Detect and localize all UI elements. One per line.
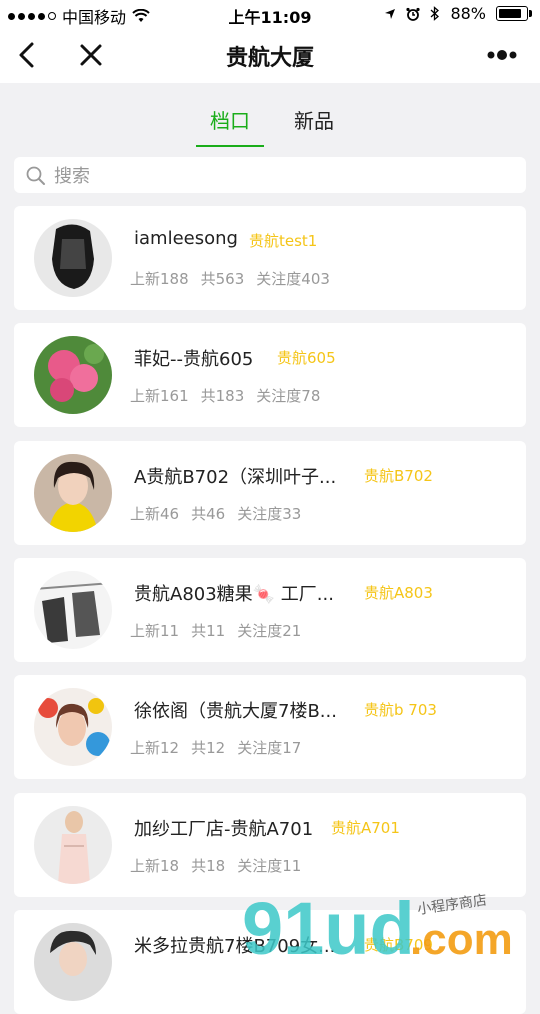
more-options-icon[interactable] bbox=[486, 48, 518, 62]
store-avatar bbox=[34, 219, 112, 297]
store-stats: 上新161 共183 关注度78 bbox=[130, 385, 332, 406]
store-name: 贵航A803糖果🍬 工厂... bbox=[134, 584, 334, 605]
total-count: 共46 bbox=[191, 505, 226, 523]
store-card[interactable]: iamleesong 贵航test1 上新188 共563 关注度403 bbox=[14, 206, 526, 310]
store-card[interactable]: 贵航A803糖果🍬 工厂... 贵航A803 上新11 共11 关注度21 bbox=[14, 558, 526, 662]
store-card[interactable]: A贵航B702（深圳叶子... 贵航B702 上新46 共46 关注度33 bbox=[14, 441, 526, 545]
store-tag: 贵航A803 bbox=[364, 584, 433, 602]
store-name: 徐依阁（贵航大厦7楼B... bbox=[134, 701, 337, 722]
follow-count: 关注度11 bbox=[237, 857, 302, 875]
follow-count: 关注度403 bbox=[256, 270, 330, 288]
new-count: 上新46 bbox=[130, 505, 180, 523]
store-card[interactable]: 菲妃--贵航605 贵航605 上新161 共183 关注度78 bbox=[14, 323, 526, 427]
store-avatar bbox=[34, 336, 112, 414]
store-stats: 上新12 共12 关注度17 bbox=[130, 737, 313, 758]
store-tag: 贵航B702 bbox=[364, 467, 433, 485]
new-count: 上新161 bbox=[130, 387, 189, 405]
total-count: 共12 bbox=[191, 739, 226, 757]
store-avatar bbox=[34, 923, 112, 1001]
search-icon bbox=[26, 166, 45, 185]
tab-new-products-label: 新品 bbox=[294, 109, 334, 133]
store-tag: 贵航605 bbox=[277, 349, 336, 367]
follow-count: 关注度21 bbox=[237, 622, 302, 640]
page-title: 贵航大厦 bbox=[225, 46, 314, 71]
bluetooth-icon bbox=[430, 6, 440, 21]
search-bar bbox=[14, 157, 526, 193]
alarm-icon bbox=[406, 7, 421, 21]
store-name: A贵航B702（深圳叶子... bbox=[134, 467, 337, 488]
battery-percent: 88% bbox=[450, 4, 486, 23]
new-count: 上新18 bbox=[130, 857, 180, 875]
store-card[interactable]: 加纱工厂店-贵航A701 贵航A701 上新18 共18 关注度11 bbox=[14, 793, 526, 897]
total-count: 共11 bbox=[191, 622, 226, 640]
watermark-suffix: .com bbox=[410, 915, 513, 960]
store-card[interactable]: 徐依阁（贵航大厦7楼B... 贵航b 703 上新12 共12 关注度17 bbox=[14, 675, 526, 779]
follow-count: 关注度33 bbox=[237, 505, 302, 523]
total-count: 共18 bbox=[191, 857, 226, 875]
follow-count: 关注度17 bbox=[237, 739, 302, 757]
store-avatar bbox=[34, 454, 112, 532]
search-input[interactable] bbox=[52, 163, 516, 189]
tab-new-products[interactable]: 新品 bbox=[280, 105, 348, 147]
store-name: iamleesong bbox=[134, 228, 238, 249]
store-avatar bbox=[34, 688, 112, 766]
location-arrow-icon bbox=[385, 8, 396, 19]
store-tag: 贵航b 703 bbox=[364, 701, 437, 719]
store-stats: 上新18 共18 关注度11 bbox=[130, 855, 313, 876]
tab-active-indicator bbox=[196, 145, 264, 147]
store-stats: 上新11 共11 关注度21 bbox=[130, 620, 313, 641]
total-count: 共563 bbox=[200, 270, 245, 288]
tab-stalls[interactable]: 档口 bbox=[196, 105, 264, 147]
new-count: 上新11 bbox=[130, 622, 180, 640]
store-tag: 贵航test1 bbox=[249, 232, 318, 250]
store-stats: 上新188 共563 关注度403 bbox=[130, 268, 342, 289]
status-bar: 中国移动 上午11:09 88% bbox=[0, 0, 540, 28]
watermark-logo: 91ud .com 小程序商店 bbox=[242, 888, 513, 960]
total-count: 共183 bbox=[200, 387, 245, 405]
new-count: 上新188 bbox=[130, 270, 189, 288]
store-name: 加纱工厂店-贵航A701 bbox=[134, 819, 314, 840]
follow-count: 关注度78 bbox=[256, 387, 321, 405]
store-stats: 上新46 共46 关注度33 bbox=[130, 503, 313, 524]
store-avatar bbox=[34, 806, 112, 884]
store-tag: 贵航A701 bbox=[331, 819, 400, 837]
store-avatar bbox=[34, 571, 112, 649]
battery-icon bbox=[496, 6, 532, 21]
tab-stalls-label: 档口 bbox=[210, 109, 250, 133]
navigation-bar: 贵航大厦 bbox=[0, 28, 540, 83]
tab-bar: 档口 新品 bbox=[0, 95, 540, 147]
store-name: 菲妃--贵航605 bbox=[134, 349, 254, 370]
new-count: 上新12 bbox=[130, 739, 180, 757]
watermark-brand: 91ud bbox=[242, 888, 415, 960]
